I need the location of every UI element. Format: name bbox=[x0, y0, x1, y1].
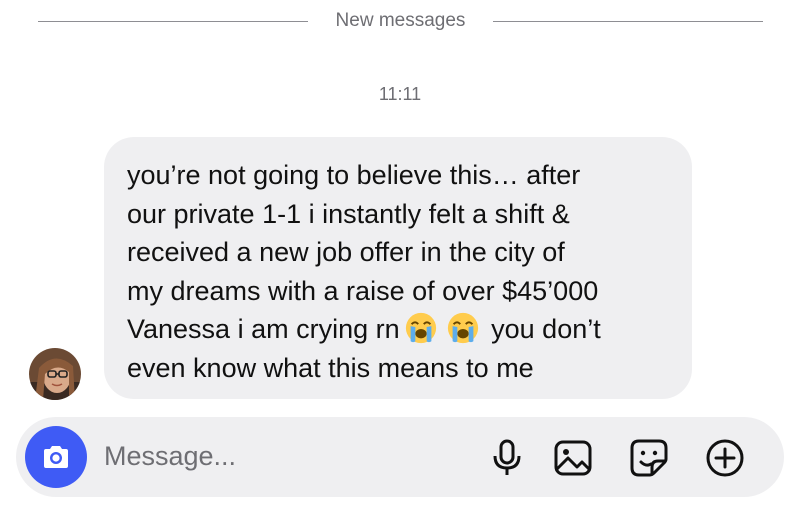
gallery-icon[interactable] bbox=[552, 437, 594, 479]
add-icon[interactable] bbox=[704, 437, 746, 479]
avatar-image bbox=[29, 348, 81, 400]
message-text: Vanessa i am crying rn bbox=[127, 314, 400, 344]
crying-face-icon bbox=[447, 312, 478, 344]
microphone-icon[interactable] bbox=[486, 437, 528, 479]
message-line: even know what this means to me bbox=[127, 352, 534, 383]
message-line: my dreams with a raise of over $45’000 bbox=[127, 275, 599, 306]
sticker-icon[interactable] bbox=[628, 437, 670, 479]
avatar[interactable] bbox=[29, 348, 81, 400]
message-composer: Message... bbox=[16, 417, 784, 497]
message-line: received a new job offer in the city of bbox=[127, 237, 565, 267]
divider-line-left bbox=[38, 21, 308, 22]
message-line: Vanessa i am crying rn you don’t bbox=[127, 310, 670, 349]
crying-face-icon bbox=[405, 312, 436, 344]
new-messages-divider: New messages bbox=[0, 0, 800, 44]
message-timestamp: 11:11 bbox=[378, 84, 422, 104]
camera-button[interactable] bbox=[25, 426, 87, 488]
divider-line-right bbox=[493, 21, 763, 22]
camera-icon bbox=[44, 446, 68, 468]
message-input[interactable]: Message... bbox=[104, 441, 236, 472]
message-text: you don’t bbox=[491, 314, 601, 344]
new-messages-label: New messages bbox=[335, 10, 466, 31]
message-line: our private 1-1 i instantly felt a shift… bbox=[127, 198, 570, 229]
message-bubble[interactable]: you’re not going to believe this… after … bbox=[104, 137, 692, 399]
message-line: you’re not going to believe this… after bbox=[127, 160, 581, 190]
